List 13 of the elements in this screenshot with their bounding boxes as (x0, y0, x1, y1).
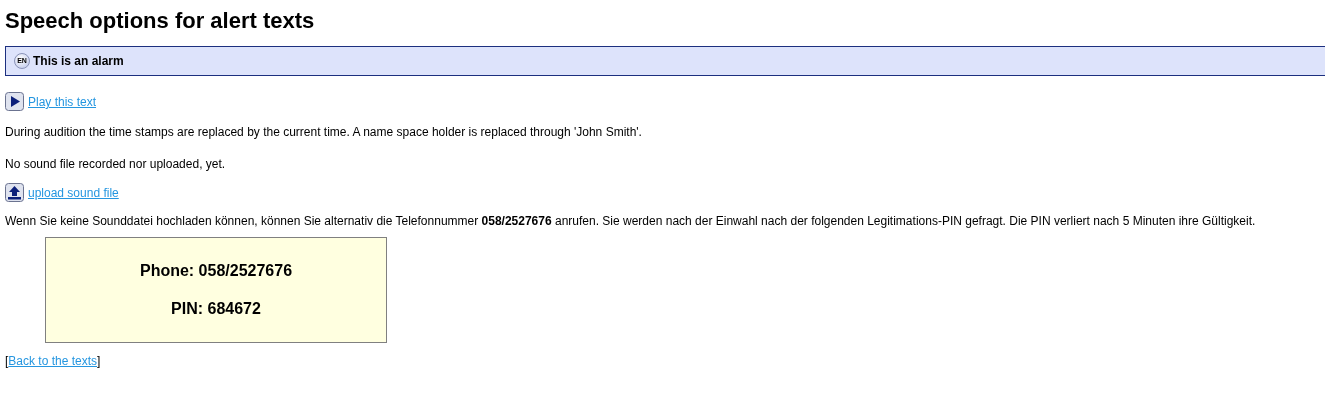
bracket: [ (5, 354, 9, 369)
note-text: During audition the time stamps are replaced by the current time. A name space holder is replaced through 'John Smith'. (5, 124, 643, 142)
pin-code: PIN: 684672 (171, 299, 261, 320)
upload-icon[interactable] (5, 183, 24, 203)
upload-link[interactable]: upload sound file (28, 183, 119, 202)
phone-number: Phone: 058/2527676 (139, 261, 293, 282)
alert-text: This is an alarm (33, 53, 124, 71)
phone-note: Wenn Sie keine Sounddatei hochladen können, können Sie alternativ die Telefonnummer 058/2527676 anrufen. Sie werden nach der Einwahl nach der folgenden Legitimations-PIN gefragt. Die PIN verliert nach 5 Minuten ihre Gültigkeit. (5, 213, 1257, 231)
play-link[interactable]: Play this text (28, 92, 97, 111)
status-text: No sound file recorded nor uploaded, yet. (5, 156, 227, 174)
bracket: ] (97, 354, 101, 369)
page-title: Speech options for alert texts (5, 8, 316, 35)
play-icon[interactable] (5, 92, 24, 112)
